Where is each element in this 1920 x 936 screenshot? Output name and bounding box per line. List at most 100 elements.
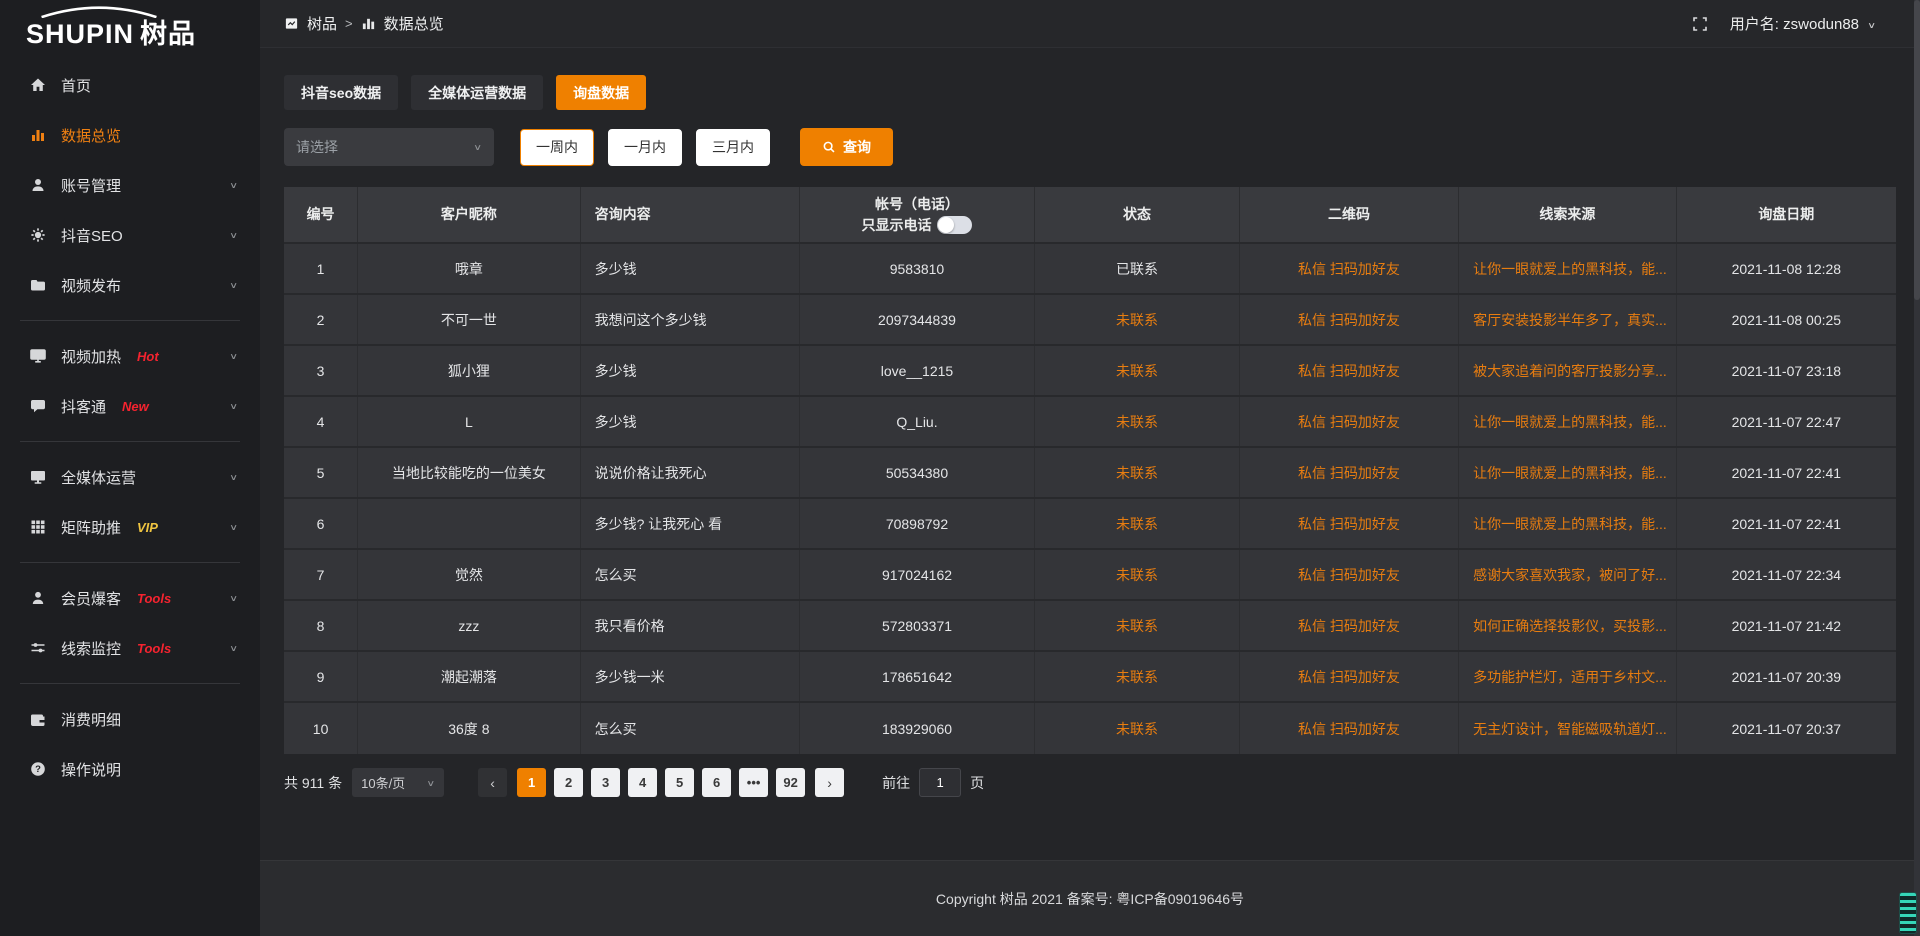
sidebar-item-会员爆客[interactable]: 会员爆客Tools∨	[0, 573, 260, 623]
cell-date: 2021-11-07 22:47	[1677, 397, 1896, 446]
cell-id: 8	[284, 601, 358, 650]
cell-nickname: 36度 8	[358, 703, 580, 754]
tab-全媒体运营数据[interactable]: 全媒体运营数据	[411, 75, 543, 110]
cell-id: 7	[284, 550, 358, 599]
chat-icon	[30, 398, 46, 414]
tab-抖音seo数据[interactable]: 抖音seo数据	[284, 75, 398, 110]
sidebar-item-label: 视频加热	[61, 346, 121, 367]
page-ellipsis-button[interactable]: •••	[739, 768, 768, 797]
breadcrumb-separator: >	[345, 16, 353, 31]
cell-status: 未联系	[1035, 397, 1240, 446]
cell-source[interactable]: 让你一眼就爱上的黑科技，能...	[1459, 244, 1677, 293]
cell-source[interactable]: 感谢大家喜欢我家，被问了好...	[1459, 550, 1677, 599]
page-button-5[interactable]: 5	[665, 768, 694, 797]
cell-qrcode[interactable]: 私信 扫码加好友	[1240, 244, 1459, 293]
cell-date: 2021-11-07 21:42	[1677, 601, 1896, 650]
column-header-编号: 编号	[284, 187, 358, 242]
cell-source[interactable]: 让你一眼就爱上的黑科技，能...	[1459, 448, 1677, 497]
page-button-6[interactable]: 6	[702, 768, 731, 797]
cell-source[interactable]: 无主灯设计，智能磁吸轨道灯...	[1459, 703, 1677, 754]
content: 抖音seo数据全媒体运营数据询盘数据 请选择 ∨ 一周内一月内三月内 查询 编号…	[260, 48, 1920, 860]
sidebar-item-数据总览[interactable]: 数据总览	[0, 110, 260, 160]
table-body: 1哦章多少钱9583810已联系私信 扫码加好友让你一眼就爱上的黑科技，能...…	[284, 244, 1896, 754]
cell-source[interactable]: 让你一眼就爱上的黑科技，能...	[1459, 499, 1677, 548]
page-button-3[interactable]: 3	[591, 768, 620, 797]
sidebar-divider	[20, 683, 240, 684]
range-button-一月内[interactable]: 一月内	[608, 129, 682, 166]
chevron-down-icon: ∨	[229, 351, 238, 361]
sidebar-divider	[20, 562, 240, 563]
video-upload-icon	[30, 277, 46, 293]
sidebar-item-label: 账号管理	[61, 175, 121, 196]
cell-source[interactable]: 如何正确选择投影仪，买投影...	[1459, 601, 1677, 650]
cell-nickname	[358, 499, 580, 548]
cell-source[interactable]: 让你一眼就爱上的黑科技，能...	[1459, 397, 1677, 446]
cell-content: 怎么买	[581, 550, 800, 599]
cell-content: 多少钱一米	[581, 652, 800, 701]
next-page-button[interactable]: ›	[815, 768, 844, 797]
breadcrumb: 树品 > 数据总览	[284, 13, 444, 34]
sidebar-item-label: 抖客通	[61, 396, 106, 417]
cell-account: 178651642	[800, 652, 1035, 701]
page-button-2[interactable]: 2	[554, 768, 583, 797]
sidebar-item-矩阵助推[interactable]: 矩阵助推VIP∨	[0, 502, 260, 552]
app-logo: SHUPIN树品	[0, 0, 260, 60]
sidebar-item-线索监控[interactable]: 线索监控Tools∨	[0, 623, 260, 673]
page-size-value: 10条/页	[361, 773, 405, 792]
sidebar-item-首页[interactable]: 首页	[0, 60, 260, 110]
page-button-92[interactable]: 92	[776, 768, 805, 797]
cell-id: 9	[284, 652, 358, 701]
sidebar-item-label: 抖音SEO	[61, 225, 123, 246]
copyright-text: Copyright 树品 2021 备案号: 粤ICP备09019646号	[936, 889, 1244, 909]
cell-qrcode[interactable]: 私信 扫码加好友	[1240, 346, 1459, 395]
column-header-二维码: 二维码	[1240, 187, 1459, 242]
sidebar-item-消费明细[interactable]: 消费明细	[0, 694, 260, 744]
cell-id: 6	[284, 499, 358, 548]
page-button-4[interactable]: 4	[628, 768, 657, 797]
sidebar-item-抖音SEO[interactable]: 抖音SEO∨	[0, 210, 260, 260]
sidebar-item-视频加热[interactable]: 视频加热Hot∨	[0, 331, 260, 381]
search-icon	[822, 140, 836, 154]
page-size-select[interactable]: 10条/页 ∨	[352, 768, 444, 797]
sidebar-item-badge: Tools	[137, 591, 171, 606]
cell-qrcode[interactable]: 私信 扫码加好友	[1240, 550, 1459, 599]
tab-询盘数据[interactable]: 询盘数据	[556, 75, 646, 110]
column-header-客户昵称: 客户昵称	[358, 187, 580, 242]
cell-qrcode[interactable]: 私信 扫码加好友	[1240, 295, 1459, 344]
sidebar-item-账号管理[interactable]: 账号管理∨	[0, 160, 260, 210]
user-icon	[30, 177, 46, 193]
cell-source[interactable]: 客厅安装投影半年多了，真实...	[1459, 295, 1677, 344]
sidebar-item-抖客通[interactable]: 抖客通New∨	[0, 381, 260, 431]
filter-select[interactable]: 请选择 ∨	[284, 128, 494, 166]
range-button-三月内[interactable]: 三月内	[696, 129, 770, 166]
page-button-1[interactable]: 1	[517, 768, 546, 797]
scrollbar-thumb[interactable]	[1914, 0, 1920, 300]
filter-bar: 请选择 ∨ 一周内一月内三月内 查询	[284, 128, 1896, 166]
cell-qrcode[interactable]: 私信 扫码加好友	[1240, 703, 1459, 754]
cell-qrcode[interactable]: 私信 扫码加好友	[1240, 652, 1459, 701]
goto-page-input[interactable]	[919, 768, 961, 797]
corner-widget[interactable]	[1899, 892, 1917, 934]
query-button[interactable]: 查询	[800, 128, 893, 166]
fullscreen-icon[interactable]	[1692, 16, 1708, 32]
user-menu[interactable]: 用户名: zswodun88 ∨	[1730, 13, 1876, 34]
table-header: 编号客户昵称咨询内容帐号（电话）只显示电话状态二维码线索来源询盘日期	[284, 187, 1896, 244]
table-row: 9潮起潮落多少钱一米178651642未联系私信 扫码加好友多功能护栏灯，适用于…	[284, 652, 1896, 703]
sidebar-item-视频发布[interactable]: 视频发布∨	[0, 260, 260, 310]
cell-id: 1	[284, 244, 358, 293]
chevron-down-icon: ∨	[426, 778, 435, 788]
cell-qrcode[interactable]: 私信 扫码加好友	[1240, 448, 1459, 497]
scrollbar[interactable]	[1914, 0, 1920, 936]
breadcrumb-root[interactable]: 树品	[307, 13, 337, 34]
range-button-一周内[interactable]: 一周内	[520, 129, 594, 166]
cell-qrcode[interactable]: 私信 扫码加好友	[1240, 397, 1459, 446]
sidebar-item-全媒体运营[interactable]: 全媒体运营∨	[0, 452, 260, 502]
pagination: 共 911 条 10条/页 ∨ ‹ 123456•••92 › 前往 页	[284, 768, 1896, 797]
prev-page-button[interactable]: ‹	[478, 768, 507, 797]
cell-qrcode[interactable]: 私信 扫码加好友	[1240, 601, 1459, 650]
cell-source[interactable]: 多功能护栏灯，适用于乡村文...	[1459, 652, 1677, 701]
phone-only-toggle[interactable]	[937, 216, 972, 234]
cell-qrcode[interactable]: 私信 扫码加好友	[1240, 499, 1459, 548]
cell-source[interactable]: 被大家追着问的客厅投影分享...	[1459, 346, 1677, 395]
sidebar-item-操作说明[interactable]: ?操作说明	[0, 744, 260, 794]
